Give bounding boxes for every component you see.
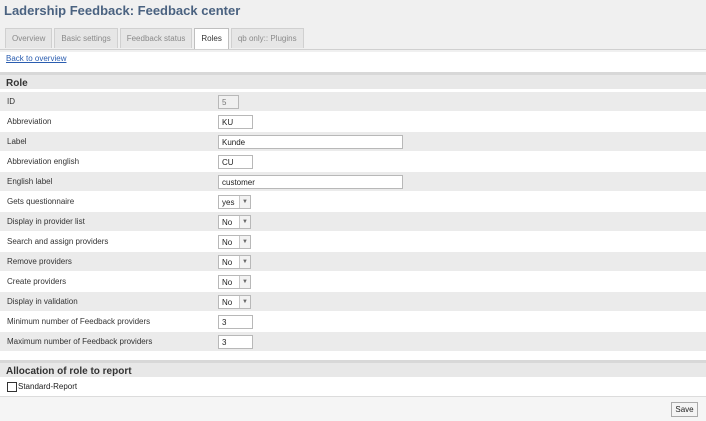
tab-feedback-status[interactable]: Feedback status [119,28,193,48]
tab-basic-settings[interactable]: Basic settings [54,28,118,48]
save-button[interactable]: Save [671,402,698,417]
create-providers-select[interactable]: No ▼ [218,275,251,289]
allocation-row: Standard-Report [0,379,706,395]
remove-providers-select[interactable]: No ▼ [218,255,251,269]
search-and-assign-providers-select[interactable]: No ▼ [218,235,251,249]
id-label: ID [7,97,15,106]
chevron-down-icon: ▼ [239,256,250,268]
form-row-abbreviation: Abbreviation [0,112,706,132]
abbreviation-english-label: Abbreviation english [7,157,80,166]
header-bar: Ladership Feedback: Feedback center Over… [0,0,706,52]
min-feedback-providers-input[interactable] [218,315,253,329]
form-row-display-in-validation: Display in validation No ▼ [0,292,706,312]
display-in-provider-list-value: No [222,217,233,227]
display-in-validation-value: No [222,297,233,307]
id-field [218,95,239,109]
abbreviation-input[interactable] [218,115,253,129]
form-row-create-providers: Create providers No ▼ [0,272,706,292]
tab-divider [0,49,706,50]
chevron-down-icon: ▼ [239,236,250,248]
tab-bar: Overview Basic settings Feedback status … [5,28,306,50]
display-in-validation-label: Display in validation [7,297,78,306]
max-feedback-providers-label: Maximum number of Feedback providers [7,337,153,346]
form-row-remove-providers: Remove providers No ▼ [0,252,706,272]
remove-providers-value: No [222,257,233,267]
chevron-down-icon: ▼ [239,296,250,308]
label-label: Label [7,137,27,146]
standard-report-label: Standard-Report [18,382,78,391]
max-feedback-providers-input[interactable] [218,335,253,349]
tab-overview[interactable]: Overview [5,28,53,48]
form-row-id: ID [0,92,706,112]
search-and-assign-providers-value: No [222,237,233,247]
gets-questionnaire-value: yes [222,197,235,207]
abbreviation-label: Abbreviation [7,117,52,126]
form-row-english-label: English label [0,172,706,192]
tab-plugins[interactable]: qb only:: Plugins [230,28,304,48]
display-in-provider-list-label: Display in provider list [7,217,85,226]
gets-questionnaire-select[interactable]: yes ▼ [218,195,251,209]
display-in-provider-list-select[interactable]: No ▼ [218,215,251,229]
chevron-down-icon: ▼ [239,276,250,288]
standard-report-checkbox[interactable] [7,382,17,392]
back-to-overview-link[interactable]: Back to overview [6,54,66,63]
tab-roles[interactable]: Roles [194,28,229,50]
remove-providers-label: Remove providers [7,257,72,266]
form-row-gets-questionnaire: Gets questionnaire yes ▼ [0,192,706,212]
role-form: ID Abbreviation Label Abbreviation engli… [0,92,706,352]
allocation-section-header: Allocation of role to report [0,360,706,377]
create-providers-value: No [222,277,233,287]
form-row-display-in-provider-list: Display in provider list No ▼ [0,212,706,232]
search-and-assign-providers-label: Search and assign providers [7,237,109,246]
create-providers-label: Create providers [7,277,67,286]
role-section-header: Role [0,72,706,89]
form-row-min-feedback-providers: Minimum number of Feedback providers [0,312,706,332]
gets-questionnaire-label: Gets questionnaire [7,197,75,206]
form-row-label: Label [0,132,706,152]
display-in-validation-select[interactable]: No ▼ [218,295,251,309]
english-label-label: English label [7,177,53,186]
form-row-max-feedback-providers: Maximum number of Feedback providers [0,332,706,352]
chevron-down-icon: ▼ [239,216,250,228]
footer-bar: Save [0,396,706,421]
abbreviation-english-input[interactable] [218,155,253,169]
form-row-search-and-assign-providers: Search and assign providers No ▼ [0,232,706,252]
page-title: Ladership Feedback: Feedback center [4,3,241,18]
form-row-abbreviation-english: Abbreviation english [0,152,706,172]
chevron-down-icon: ▼ [239,196,250,208]
english-label-input[interactable] [218,175,403,189]
label-input[interactable] [218,135,403,149]
min-feedback-providers-label: Minimum number of Feedback providers [7,317,151,326]
